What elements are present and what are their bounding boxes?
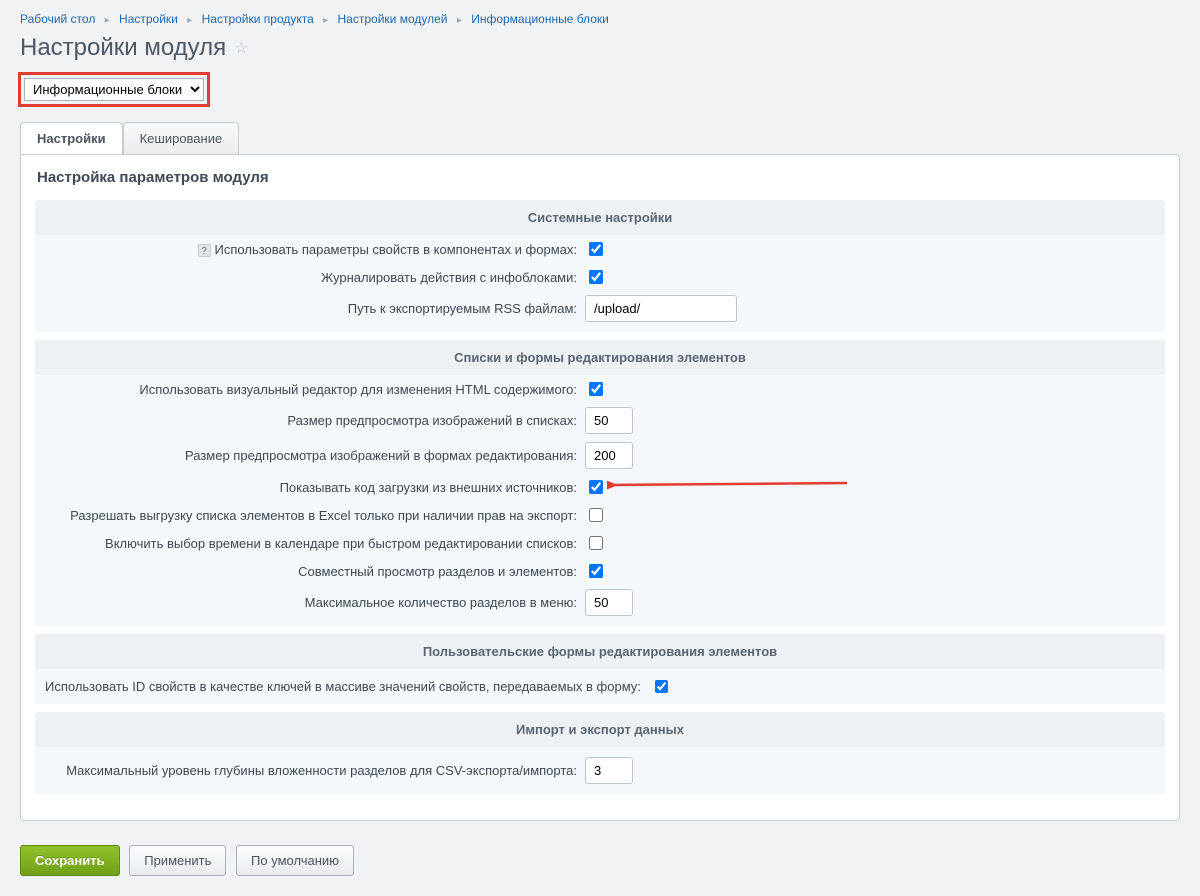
section-header: Списки и формы редактирования элементов <box>35 340 1165 375</box>
module-select-highlight: Информационные блоки <box>18 72 210 107</box>
field-label: Совместный просмотр разделов и элементов… <box>45 564 585 579</box>
field-label: Путь к экспортируемым RSS файлам: <box>45 301 585 316</box>
section-system: Системные настройки ? Использовать параме… <box>35 200 1165 332</box>
visual-editor-checkbox[interactable] <box>589 382 603 396</box>
section-user-forms: Пользовательские формы редактирования эл… <box>35 634 1165 704</box>
rss-path-input[interactable] <box>585 295 737 322</box>
apply-button[interactable]: Применить <box>129 845 226 876</box>
panel-title: Настройка параметров модуля <box>37 169 1165 186</box>
breadcrumb-item[interactable]: Информационные блоки <box>471 12 609 26</box>
field-label: Включить выбор времени в календаре при б… <box>45 536 585 551</box>
breadcrumb-item[interactable]: Настройки модулей <box>338 12 448 26</box>
button-bar: Сохранить Применить По умолчанию <box>20 841 1180 876</box>
breadcrumb-item[interactable]: Настройки <box>119 12 178 26</box>
excel-export-checkbox[interactable] <box>589 508 603 522</box>
section-lists: Списки и формы редактирования элементов … <box>35 340 1165 626</box>
max-sections-input[interactable] <box>585 589 633 616</box>
tab-settings[interactable]: Настройки <box>20 122 123 155</box>
module-select[interactable]: Информационные блоки <box>24 78 204 101</box>
settings-panel: Настройка параметров модуля Системные на… <box>20 154 1180 821</box>
section-header: Системные настройки <box>35 200 1165 235</box>
id-keys-checkbox[interactable] <box>655 680 668 693</box>
annotation-arrow-icon <box>607 473 857 497</box>
chevron-right-icon: ▸ <box>105 15 110 26</box>
section-header: Пользовательские формы редактирования эл… <box>35 634 1165 669</box>
field-label: Использовать параметры свойств в компоне… <box>215 242 577 257</box>
chevron-right-icon: ▸ <box>323 15 328 26</box>
breadcrumb-item[interactable]: Рабочий стол <box>20 12 95 26</box>
field-label: Максимальное количество разделов в меню: <box>45 595 585 610</box>
field-label: Использовать ID свойств в качестве ключе… <box>45 679 649 694</box>
breadcrumb: Рабочий стол ▸ Настройки ▸ Настройки про… <box>0 0 1200 34</box>
field-label: Журналировать действия с инфоблоками: <box>45 270 585 285</box>
field-label: Размер предпросмотра изображений в форма… <box>45 448 585 463</box>
breadcrumb-item[interactable]: Настройки продукта <box>202 12 314 26</box>
field-label: Максимальный уровень глубины вложенности… <box>45 763 585 778</box>
chevron-right-icon: ▸ <box>187 15 192 26</box>
tab-caching[interactable]: Кеширование <box>123 122 240 154</box>
field-label: Показывать код загрузки из внешних источ… <box>45 480 585 495</box>
preview-form-input[interactable] <box>585 442 633 469</box>
help-icon[interactable]: ? <box>198 244 211 257</box>
combined-view-checkbox[interactable] <box>589 564 603 578</box>
favorite-star-icon[interactable]: ☆ <box>234 38 248 58</box>
chevron-right-icon: ▸ <box>457 15 462 26</box>
csv-depth-input[interactable] <box>585 757 633 784</box>
calendar-time-checkbox[interactable] <box>589 536 603 550</box>
default-button[interactable]: По умолчанию <box>236 845 354 876</box>
field-label: Использовать визуальный редактор для изм… <box>45 382 585 397</box>
field-label: Размер предпросмотра изображений в списк… <box>45 413 585 428</box>
tabs: Настройки Кеширование <box>0 121 1200 154</box>
log-actions-checkbox[interactable] <box>589 270 603 284</box>
external-code-checkbox[interactable] <box>589 480 603 494</box>
page-title: Настройки модуля <box>20 34 226 62</box>
section-header: Импорт и экспорт данных <box>35 712 1165 747</box>
save-button[interactable]: Сохранить <box>20 845 120 876</box>
field-label: Разрешать выгрузку списка элементов в Ex… <box>45 508 585 523</box>
preview-list-input[interactable] <box>585 407 633 434</box>
section-import-export: Импорт и экспорт данных Максимальный уро… <box>35 712 1165 794</box>
use-props-checkbox[interactable] <box>589 242 603 256</box>
